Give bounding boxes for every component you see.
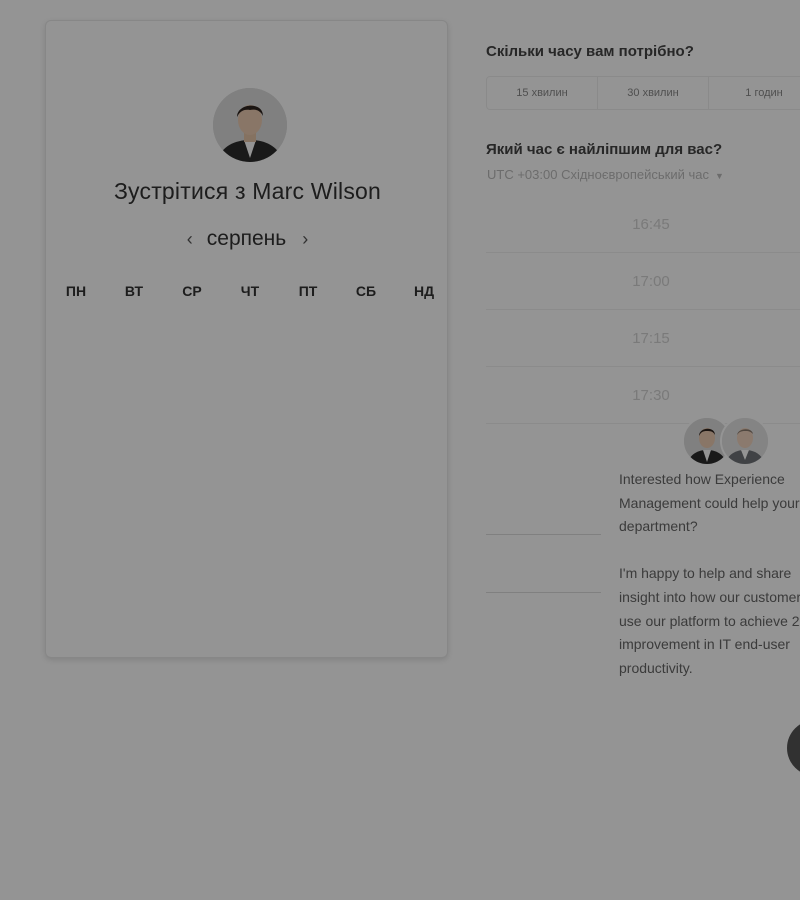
modal-overlay[interactable] — [0, 0, 800, 900]
booking-page: Зустрітися з Marc Wilson ‹ серпень › ПН … — [0, 0, 800, 900]
